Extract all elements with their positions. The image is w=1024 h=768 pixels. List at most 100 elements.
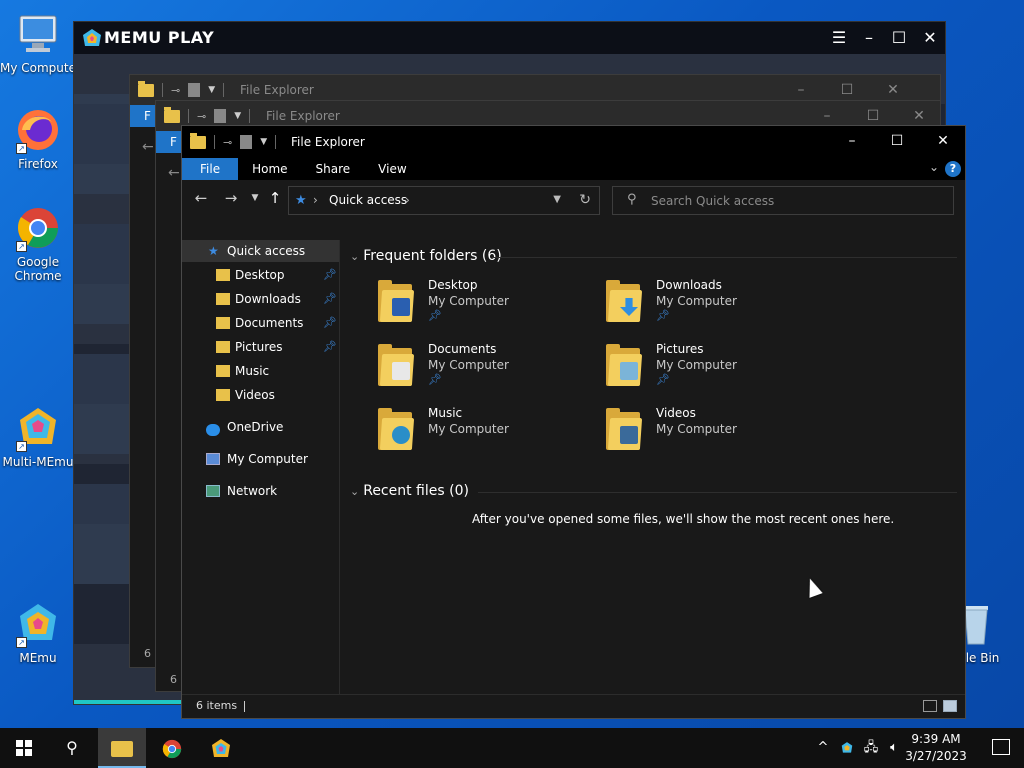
- nav-item-desktop[interactable]: Desktop 📌︎: [182, 264, 339, 286]
- pin-icon[interactable]: ⊸: [171, 84, 180, 97]
- ribbon-tab-file[interactable]: F: [156, 131, 182, 153]
- chevron-down-icon[interactable]: ▼: [260, 137, 267, 147]
- up-arrow-icon[interactable]: ↑: [264, 189, 286, 207]
- ribbon-tab-home[interactable]: Home: [238, 158, 301, 180]
- help-icon[interactable]: ?: [945, 161, 961, 177]
- chevron-down-icon[interactable]: ▼: [234, 111, 241, 121]
- folder-location: My Computer: [656, 294, 737, 308]
- memu-app-tile: [74, 94, 134, 194]
- folder-tile-music[interactable]: Music My Computer: [378, 406, 578, 464]
- desktop-icon-chrome[interactable]: ↗ Google Chrome: [0, 204, 76, 283]
- ribbon-tab-file[interactable]: F: [130, 105, 156, 127]
- pin-icon[interactable]: ⊸: [223, 136, 232, 149]
- desktop-icon-label: Google Chrome: [14, 255, 62, 283]
- taskbar-file-explorer[interactable]: [98, 728, 146, 768]
- close-icon[interactable]: ✕: [920, 126, 965, 156]
- desktop-icon-memu[interactable]: ↗ MEmu: [0, 600, 76, 665]
- window-title: File Explorer: [240, 83, 314, 97]
- file-explorer-window[interactable]: ⊸ ▼ File Explorer – ☐ ✕ File Home Share …: [181, 125, 966, 719]
- desktop-icon-label: Multi-MEmu: [2, 455, 74, 469]
- memu-titlebar[interactable]: MEMU PLAY ☰ – ☐ ✕: [74, 22, 945, 54]
- large-icons-view-icon[interactable]: [943, 700, 957, 712]
- address-bar[interactable]: ★ › Quick access › ▼ ↻: [288, 186, 600, 215]
- minimize-icon[interactable]: –: [858, 27, 880, 49]
- nav-item-documents[interactable]: Documents 📌︎: [182, 312, 339, 334]
- memu-tray-icon[interactable]: [838, 728, 856, 768]
- chevron-down-icon[interactable]: ▼: [208, 85, 215, 95]
- forward-arrow-icon[interactable]: →: [220, 189, 242, 207]
- search-input[interactable]: [651, 192, 941, 210]
- nav-item-network[interactable]: Network: [182, 480, 339, 502]
- desktop-icon-multi-memu[interactable]: ↗ Multi-MEmu: [0, 404, 76, 469]
- nav-item-onedrive[interactable]: OneDrive: [182, 416, 339, 438]
- folder-tile-videos[interactable]: Videos My Computer: [606, 406, 806, 464]
- folder-tile-downloads[interactable]: Downloads My Computer 📌︎: [606, 278, 806, 336]
- pin-icon: 📌︎: [656, 309, 670, 322]
- taskbar-chrome[interactable]: [148, 728, 196, 768]
- document-icon[interactable]: [214, 109, 227, 123]
- chrome-icon: [162, 739, 182, 758]
- chevron-down-icon[interactable]: ▼: [553, 194, 561, 205]
- nav-item-videos[interactable]: Videos: [182, 384, 339, 406]
- start-button[interactable]: [0, 728, 48, 768]
- pin-icon: 📌︎: [323, 292, 337, 305]
- desktop-icon-label: MEmu: [19, 651, 57, 665]
- document-icon[interactable]: [188, 83, 201, 97]
- nav-item-downloads[interactable]: Downloads 📌︎: [182, 288, 339, 310]
- pin-icon[interactable]: ⊸: [197, 110, 206, 123]
- back-arrow-icon[interactable]: ←: [190, 189, 212, 207]
- taskbar-memu[interactable]: [197, 728, 245, 768]
- memu-app-tile: [74, 354, 134, 454]
- clock[interactable]: 9:39 AM 3/27/2023: [904, 731, 968, 765]
- recent-locations-icon[interactable]: ▼: [244, 193, 266, 203]
- ribbon-tab-view[interactable]: View: [364, 158, 420, 180]
- desktop-icon-firefox[interactable]: ↗ Firefox: [0, 106, 76, 171]
- recent-files-header[interactable]: ⌄ Recent files (0): [350, 483, 469, 499]
- nav-item-label: Videos: [235, 388, 275, 402]
- maximize-icon[interactable]: ☐: [888, 27, 910, 49]
- nav-item-my-computer[interactable]: My Computer: [182, 448, 339, 470]
- chevron-right-icon[interactable]: ›: [313, 193, 318, 207]
- chevron-down-icon[interactable]: ⌄: [929, 160, 939, 174]
- refresh-icon[interactable]: ↻: [579, 192, 591, 208]
- document-icon[interactable]: [240, 135, 253, 149]
- frequent-folders-header[interactable]: ⌄ Frequent folders (6): [350, 248, 502, 264]
- ribbon-tab-share[interactable]: Share: [302, 158, 365, 180]
- chevron-right-icon[interactable]: ›: [405, 193, 410, 207]
- folder-icon: [216, 293, 230, 305]
- desktop-icon-my-computer[interactable]: My Compute: [0, 10, 76, 75]
- search-box[interactable]: ⚲: [612, 186, 954, 215]
- network-icon[interactable]: 🖧︎: [862, 728, 880, 768]
- notification-center-icon[interactable]: [992, 739, 1010, 755]
- search-button[interactable]: ⚲: [48, 728, 96, 768]
- content-pane[interactable]: ⌄ Frequent folders (6) Desktop My Compute…: [342, 240, 965, 694]
- folder-documents-icon: [378, 344, 415, 386]
- nav-item-music[interactable]: Music: [182, 360, 339, 382]
- folder-icon: [216, 341, 230, 353]
- address-location[interactable]: Quick access: [329, 193, 407, 207]
- desktop-icon-label: Firefox: [18, 157, 58, 171]
- nav-item-pictures[interactable]: Pictures 📌︎: [182, 336, 339, 358]
- show-hidden-icons-icon[interactable]: ^: [814, 728, 832, 768]
- nav-item-quick-access[interactable]: ★ Quick access: [182, 240, 339, 262]
- folder-icon: [216, 365, 230, 377]
- folder-tile-desktop[interactable]: Desktop My Computer 📌︎: [378, 278, 578, 336]
- nav-item-label: Downloads: [235, 292, 301, 306]
- details-view-icon[interactable]: [923, 700, 937, 712]
- volume-icon[interactable]: 🔈︎: [885, 728, 903, 768]
- folder-icon: [138, 80, 154, 97]
- maximize-icon[interactable]: ☐: [874, 126, 920, 156]
- nav-item-label: Pictures: [235, 340, 283, 354]
- close-icon[interactable]: ✕: [919, 27, 941, 49]
- back-arrow-icon[interactable]: ←: [142, 139, 154, 155]
- minimize-icon[interactable]: –: [829, 126, 875, 156]
- folder-tile-documents[interactable]: Documents My Computer 📌︎: [378, 342, 578, 400]
- folder-tile-pictures[interactable]: Pictures My Computer 📌︎: [606, 342, 806, 400]
- explorer-titlebar[interactable]: ⊸ ▼ File Explorer – ☐ ✕: [182, 126, 965, 158]
- back-arrow-icon[interactable]: ←: [168, 165, 180, 181]
- ribbon-tab-file[interactable]: File: [182, 158, 239, 180]
- pin-icon: 📌︎: [656, 373, 670, 386]
- folder-name: Music: [428, 406, 463, 420]
- group-title: Recent files (0): [363, 483, 469, 499]
- menu-icon[interactable]: ☰: [828, 27, 850, 49]
